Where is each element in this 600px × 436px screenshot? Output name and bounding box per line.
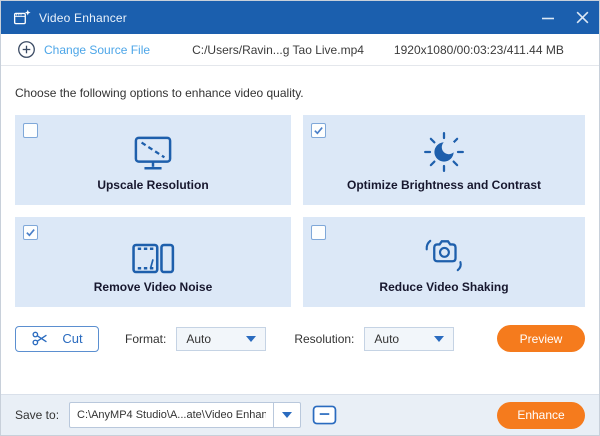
resolution-value: Auto	[374, 331, 400, 346]
browse-folder-button[interactable]	[312, 405, 337, 425]
option-label: Upscale Resolution	[97, 177, 209, 192]
upscale-resolution-checkbox[interactable]	[23, 123, 38, 138]
optimize-brightness-checkbox[interactable]	[311, 123, 326, 138]
scissors-icon	[31, 329, 50, 348]
cut-button[interactable]: Cut	[15, 325, 99, 352]
format-dropdown[interactable]: Auto	[176, 326, 267, 351]
change-source-file-label: Change Source File	[44, 42, 151, 57]
enhance-options-grid: Upscale Resolution Optimize Brightness a…	[15, 115, 585, 307]
resolution-label: Resolution:	[294, 331, 355, 346]
save-path-box	[69, 402, 302, 428]
footer-bar: Save to: Enhance	[1, 394, 599, 435]
save-path-input[interactable]	[70, 409, 274, 421]
option-card-optimize-brightness[interactable]: Optimize Brightness and Contrast	[303, 115, 585, 205]
monitor-upscale-icon	[130, 129, 176, 173]
camera-shake-icon	[420, 231, 468, 275]
toolbar: Cut Format: Auto Resolution: Auto Previe…	[1, 325, 599, 352]
option-label: Remove Video Noise	[93, 279, 213, 294]
format-value: Auto	[186, 331, 212, 346]
film-strip-icon	[131, 231, 175, 275]
save-to-label: Save to:	[15, 408, 60, 422]
enhance-button[interactable]: Enhance	[497, 401, 585, 429]
option-label: Reduce Video Shaking	[379, 279, 509, 294]
cut-button-label: Cut	[62, 331, 83, 346]
chevron-down-icon	[246, 335, 257, 342]
folder-icon	[312, 405, 337, 425]
titlebar: Video Enhancer	[1, 1, 599, 34]
source-file-info: 1920x1080/00:03:23/411.44 MB	[393, 42, 564, 57]
video-enhancer-window: Video Enhancer Change Source File C:/Use…	[0, 0, 600, 436]
remove-noise-checkbox[interactable]	[23, 225, 38, 240]
main-panel: Choose the following options to enhance …	[1, 86, 599, 307]
preview-button[interactable]: Preview	[497, 325, 585, 352]
source-file-name: C:/Users/Ravin...g Tao Live.mp4	[192, 42, 364, 57]
option-card-reduce-shaking[interactable]: Reduce Video Shaking	[303, 217, 585, 307]
app-icon	[13, 9, 31, 26]
chevron-down-icon	[282, 412, 293, 418]
instruction-text: Choose the following options to enhance …	[15, 86, 304, 100]
plus-circle-icon	[17, 40, 36, 59]
brightness-sun-icon	[423, 129, 465, 173]
save-path-dropdown-arrow[interactable]	[273, 403, 300, 427]
minimize-icon[interactable]	[531, 1, 565, 34]
option-card-remove-noise[interactable]: Remove Video Noise	[15, 217, 291, 307]
change-source-file-button[interactable]: Change Source File	[17, 40, 150, 59]
option-label: Optimize Brightness and Contrast	[346, 177, 542, 192]
option-card-upscale-resolution[interactable]: Upscale Resolution	[15, 115, 291, 205]
reduce-shaking-checkbox[interactable]	[311, 225, 326, 240]
resolution-dropdown[interactable]: Auto	[364, 326, 455, 351]
window-title: Video Enhancer	[39, 10, 127, 25]
chevron-down-icon	[434, 335, 445, 342]
format-label: Format:	[125, 331, 167, 346]
close-icon[interactable]	[565, 1, 599, 34]
source-file-bar: Change Source File C:/Users/Ravin...g Ta…	[1, 34, 599, 66]
